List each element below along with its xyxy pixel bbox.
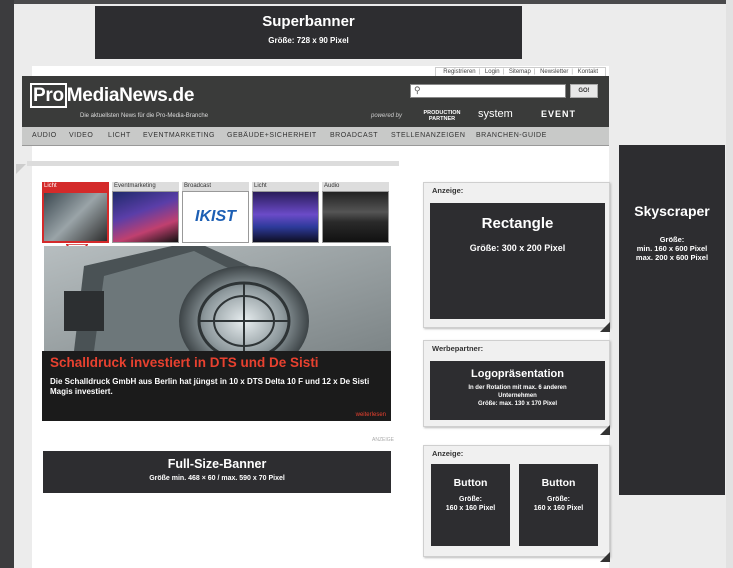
link-sitemap[interactable]: Sitemap [506, 69, 534, 75]
search-go-button[interactable]: GO! [570, 84, 598, 98]
link-login[interactable]: Login [482, 69, 503, 75]
superbanner-ad[interactable]: Superbanner Größe: 728 x 90 Pixel [95, 6, 522, 59]
right-edge [726, 0, 733, 568]
top-links: Registrieren | Login | Sitemap | Newsletter… [435, 67, 606, 76]
thumb-licht-active[interactable]: Licht [42, 182, 109, 245]
button-ad-title: Button [541, 477, 576, 489]
thumb-caption: Licht [42, 182, 109, 191]
full-size-banner-ad[interactable]: Full-Size-Banner Größe min. 468 × 60 / m… [43, 451, 391, 493]
button-ad-2[interactable]: Button Größe: 160 x 160 Pixel [519, 464, 598, 546]
link-kontakt[interactable]: Kontakt [575, 69, 601, 75]
thumb-logo-image: IKIST [182, 191, 249, 243]
thumb-caption: Broadcast [182, 182, 249, 191]
nav-broadcast[interactable]: BROADCAST [330, 132, 378, 139]
powered-by-label: powered by [371, 113, 403, 119]
search-icon: ⚲ [414, 85, 421, 95]
fold-corner-icon [600, 552, 610, 562]
partner-event[interactable]: EVENT [541, 109, 576, 119]
full-size-banner-size: Größe min. 468 × 60 / max. 590 x 70 Pixe… [149, 475, 285, 482]
button-ad-size: Größe: 160 x 160 Pixel [445, 496, 496, 512]
link-registrieren[interactable]: Registrieren [440, 69, 478, 75]
anzeige-label-2: Anzeige: [432, 449, 464, 458]
nav-gebaeude-sicherheit[interactable]: GEBÄUDE+SICHERHEIT [227, 132, 317, 139]
logo-presentation-ad[interactable]: Logopräsentation In der Rotation mit max… [430, 361, 605, 420]
search-input[interactable]: ⚲ [410, 84, 566, 98]
skyscraper-size: Größe: min. 160 x 600 Pixel max. 200 x 6… [635, 235, 709, 262]
thumb-image [322, 191, 389, 243]
story-teaser: Die Schalldruck GmbH aus Berlin hat jüng… [50, 377, 370, 396]
skyscraper-title: Skyscraper [634, 203, 710, 219]
logo-rest: MediaNews.de [66, 85, 195, 106]
rectangle-title: Rectangle [481, 215, 554, 232]
read-more-link[interactable]: weiterlesen [356, 412, 386, 418]
logo-presentation-size: In der Rotation mit max. 6 anderen Unter… [468, 385, 567, 407]
thumb-licht[interactable]: Licht [252, 182, 319, 245]
fold-corner-icon [600, 322, 610, 332]
hero-image[interactable] [44, 246, 391, 351]
thumb-caption: Audio [322, 182, 389, 191]
logo-pro: Pro [30, 83, 67, 108]
mini-ad-label: ANZEIGE [372, 437, 394, 443]
button-ad-title: Button [453, 477, 488, 489]
nav-eventmarketing[interactable]: EVENTMARKETING [143, 132, 215, 139]
thumb-broadcast[interactable]: Broadcast IKIST [182, 182, 249, 245]
thumb-image [252, 191, 319, 243]
superbanner-size: Größe: 728 x 90 Pixel [268, 36, 349, 45]
story-headline[interactable]: Schalldruck investiert in DTS und De Sis… [50, 355, 319, 370]
fold-corner-icon [600, 425, 610, 435]
nav-stellenanzeigen[interactable]: STELLENANZEIGEN [391, 132, 465, 139]
site-header: Pro MediaNews.de Die aktuellsten News für… [22, 76, 609, 127]
anzeige-label-1: Anzeige: [432, 186, 464, 195]
superbanner-title: Superbanner [262, 13, 355, 30]
full-size-banner-title: Full-Size-Banner [167, 457, 267, 471]
button-ad-size: Größe: 160 x 160 Pixel [533, 496, 584, 512]
top-dark-strip [14, 0, 733, 4]
partner-production-partner[interactable]: PRODUCTION PARTNER [420, 110, 464, 122]
fold-corner-icon [16, 164, 26, 174]
skyscraper-ad[interactable]: Skyscraper Größe: min. 160 x 600 Pixel m… [619, 145, 725, 495]
nav-video[interactable]: VIDEO [69, 132, 93, 139]
featured-story[interactable]: Schalldruck investiert in DTS und De Sis… [42, 351, 391, 421]
thumb-caption: Eventmarketing [112, 182, 179, 191]
thumb-caption: Licht [252, 182, 319, 191]
werbepartner-label: Werbepartner: [432, 344, 484, 353]
link-newsletter[interactable]: Newsletter [537, 69, 571, 75]
nav-audio[interactable]: AUDIO [32, 132, 57, 139]
rectangle-ad[interactable]: Rectangle Größe: 300 x 200 Pixel [430, 203, 605, 319]
spotlight-image [44, 246, 391, 351]
nav-branchen-guide[interactable]: BRANCHEN-GUIDE [476, 132, 547, 139]
nav-licht[interactable]: LICHT [108, 132, 131, 139]
thumb-image [42, 191, 109, 243]
main-nav: AUDIO VIDEO LICHT EVENTMARKETING GEBÄUDE… [22, 127, 609, 146]
site-logo[interactable]: Pro MediaNews.de [30, 83, 195, 108]
thumb-audio[interactable]: Audio [322, 182, 389, 245]
thumb-eventmarketing[interactable]: Eventmarketing [112, 182, 179, 245]
thumb-image [112, 191, 179, 243]
left-dark-bar [0, 0, 14, 568]
button-ad-1[interactable]: Button Größe: 160 x 160 Pixel [431, 464, 510, 546]
partner-system[interactable]: system [478, 108, 513, 120]
rectangle-size: Größe: 300 x 200 Pixel [469, 243, 566, 253]
logo-presentation-title: Logopräsentation [471, 368, 564, 380]
thumbnail-strip: Licht Eventmarketing Broadcast IKIST Lic… [42, 182, 392, 256]
content-shadow-band [27, 161, 399, 166]
tagline: Die aktuellsten News für die Pro-Media-B… [80, 113, 209, 119]
